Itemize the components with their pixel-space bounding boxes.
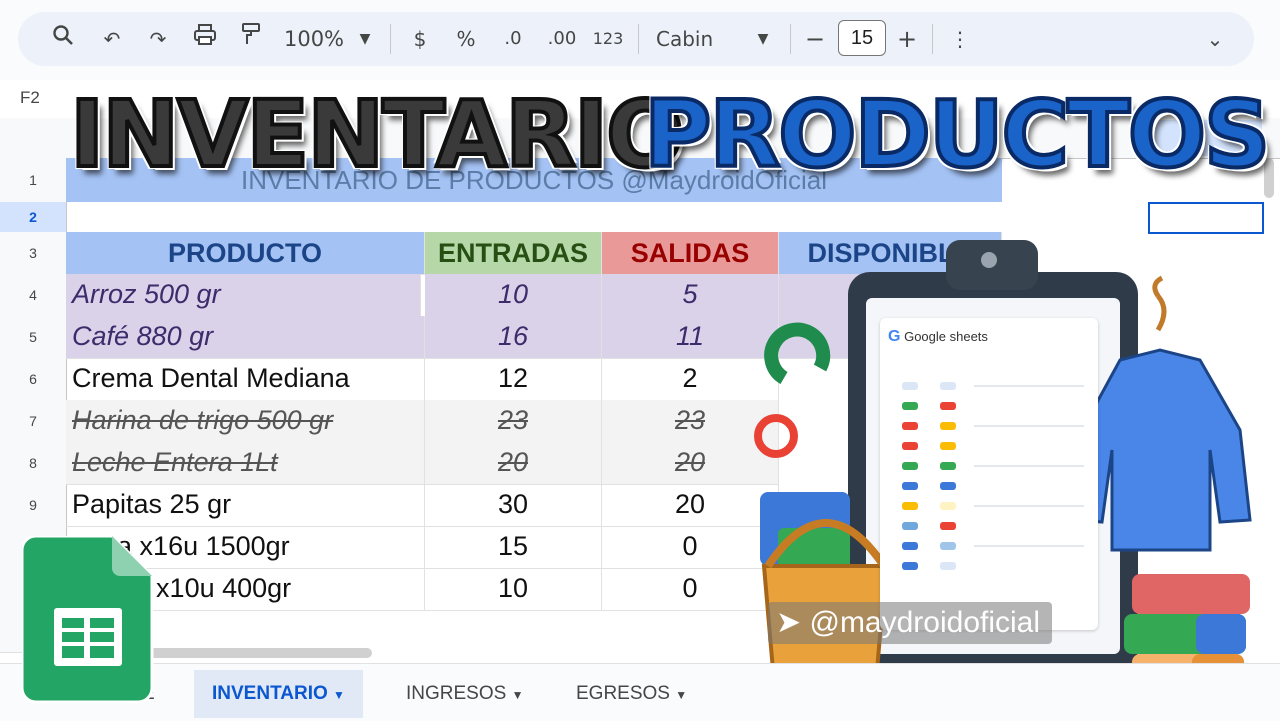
cell-producto[interactable]: Papitas 25 gr bbox=[66, 484, 425, 527]
row-header[interactable]: 4 bbox=[0, 274, 67, 317]
tab-label: INGRESOS bbox=[406, 683, 507, 704]
tab-ingresos[interactable]: INGRESOS ▼ bbox=[388, 670, 541, 718]
chevron-down-icon: ▼ bbox=[511, 688, 524, 702]
chevron-down-icon: ▼ bbox=[675, 688, 688, 702]
header-entradas[interactable]: ENTRADAS bbox=[425, 232, 602, 275]
cell-producto[interactable]: Café 880 gr bbox=[66, 316, 425, 359]
header-producto[interactable]: PRODUCTO bbox=[66, 232, 425, 275]
toolbar-divider bbox=[932, 24, 933, 54]
overlay-title-productos: PRODUCTOS bbox=[642, 79, 1272, 190]
more-formats-button[interactable]: 123 bbox=[590, 22, 626, 56]
cell-entradas[interactable]: 23 bbox=[425, 400, 602, 443]
cell-entradas[interactable]: 10 bbox=[425, 274, 602, 317]
row-header[interactable]: 8 bbox=[0, 442, 67, 485]
decrease-decimal-button[interactable]: .0 bbox=[496, 22, 530, 56]
cell-producto[interactable]: Crema Dental Mediana bbox=[66, 358, 425, 401]
paint-format-icon[interactable] bbox=[236, 22, 266, 56]
watermark-badge: ➤ @maydroidoficial bbox=[768, 602, 1052, 644]
google-g-icon: G bbox=[888, 328, 901, 345]
increase-decimal-button[interactable]: .00 bbox=[544, 22, 580, 56]
cell-producto[interactable]: Leche Entera 1Lt bbox=[66, 442, 425, 485]
chevron-down-icon: ▼ bbox=[333, 688, 345, 702]
telegram-icon: ➤ bbox=[776, 606, 802, 639]
cell-entradas[interactable]: 20 bbox=[425, 442, 602, 485]
print-icon[interactable] bbox=[190, 22, 220, 56]
row-header[interactable]: 6 bbox=[0, 358, 67, 401]
cell-producto[interactable]: Harina de trigo 500 gr bbox=[66, 400, 425, 443]
redo-icon[interactable]: ↷ bbox=[144, 22, 172, 56]
toolbar-divider bbox=[790, 24, 791, 54]
clipboard-rows-graphic bbox=[902, 382, 1084, 570]
cell-entradas[interactable]: 30 bbox=[425, 484, 602, 527]
toolbar-divider bbox=[390, 24, 391, 54]
font-size-increase-button[interactable]: + bbox=[894, 22, 920, 56]
search-icon[interactable] bbox=[48, 22, 78, 56]
zoom-select[interactable]: 100% bbox=[282, 22, 346, 56]
row-header[interactable]: 1 bbox=[0, 158, 67, 203]
chevron-down-icon[interactable]: ▼ bbox=[752, 22, 774, 56]
clipboard-card: G Google sheets bbox=[880, 318, 1098, 630]
cell-producto[interactable]: Arroz 500 gr bbox=[66, 274, 421, 317]
row-header[interactable]: 9 bbox=[0, 484, 67, 527]
cell-reference[interactable]: F2 bbox=[20, 88, 40, 108]
zoom-value: 100% bbox=[283, 27, 345, 51]
clipboard-app-label: Google sheets bbox=[904, 329, 988, 344]
tab-egresos[interactable]: EGRESOS ▼ bbox=[558, 670, 705, 718]
row-header[interactable]: 2 bbox=[0, 202, 67, 233]
cell-entradas[interactable]: 10 bbox=[425, 568, 602, 611]
font-size-input[interactable]: 15 bbox=[838, 20, 886, 56]
google-sheets-logo-icon bbox=[22, 536, 154, 704]
row-header[interactable]: 7 bbox=[0, 400, 67, 443]
undo-icon[interactable]: ↶ bbox=[98, 22, 126, 56]
chevron-down-icon[interactable]: ▼ bbox=[354, 22, 376, 56]
cell-entradas[interactable]: 16 bbox=[425, 316, 602, 359]
tab-label: INVENTARIO bbox=[212, 683, 328, 704]
more-vert-icon[interactable]: ⋮ bbox=[946, 22, 974, 56]
font-size-decrease-button[interactable]: − bbox=[802, 22, 828, 56]
tab-inventario[interactable]: INVENTARIO ▼ bbox=[194, 670, 363, 718]
cell-entradas[interactable]: 12 bbox=[425, 358, 602, 401]
watermark-text: @maydroidoficial bbox=[809, 606, 1041, 639]
currency-format-button[interactable]: $ bbox=[406, 22, 434, 56]
percent-format-button[interactable]: % bbox=[452, 22, 480, 56]
tab-label: EGRESOS bbox=[576, 683, 670, 704]
toolbar-divider bbox=[638, 24, 639, 54]
row-header[interactable]: 5 bbox=[0, 316, 67, 359]
font-select[interactable]: Cabin bbox=[656, 22, 736, 56]
collapse-toolbar-icon[interactable]: ⌄ bbox=[1200, 22, 1230, 56]
row-header[interactable]: 3 bbox=[0, 232, 67, 275]
overlay-title-inventario: INVENTARIO bbox=[68, 79, 686, 190]
cell-entradas[interactable]: 15 bbox=[425, 526, 602, 569]
